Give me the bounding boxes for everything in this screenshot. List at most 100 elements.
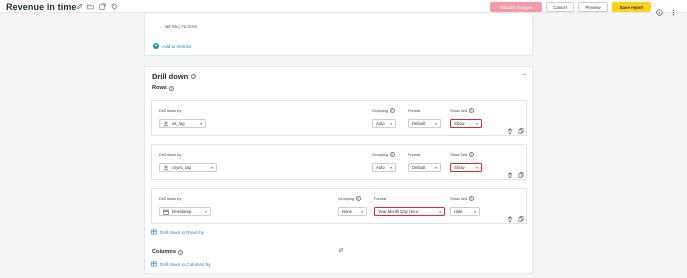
table-icon — [151, 229, 157, 236]
save-report-button[interactable]: Save report — [612, 2, 651, 12]
field-value: os_tag — [172, 121, 185, 126]
field-value: timestamp — [172, 209, 192, 214]
format-value: Year Month Day Hour — [378, 209, 419, 214]
drill-down-rows-link[interactable]: Drill down in Rows by — [151, 229, 204, 236]
add-to-metrics-link[interactable]: + Add to metrics — [153, 43, 191, 49]
grouping-label: Grouping ? — [372, 152, 395, 157]
grouping-label-text: Grouping — [372, 152, 389, 157]
show-na-label: Show N/A ? — [450, 108, 474, 113]
show-na-label-text: Show N/A — [450, 196, 468, 201]
add-to-metrics-label: Add to metrics — [162, 43, 192, 49]
format-label: Format — [408, 152, 421, 157]
grouping-select[interactable]: None ▾ — [338, 207, 367, 216]
info-icon[interactable]: ? — [468, 152, 474, 157]
metric-filters-toggle[interactable]: ⌄ METRIC FILTERS — [159, 24, 198, 29]
metrics-card: ⌄ METRIC FILTERS + Add to metrics — [144, 14, 533, 56]
grouping-label: Grouping ? — [372, 108, 395, 113]
show-na-value: Hide — [454, 209, 463, 214]
field-select[interactable]: csync_tag ▾ — [159, 163, 217, 172]
chevron-down-icon: ▾ — [474, 209, 476, 214]
format-select[interactable]: Default ▾ — [408, 119, 441, 128]
chevron-down-icon: ⌄ — [159, 24, 162, 29]
grouping-value: Auto — [376, 121, 385, 126]
info-icon[interactable]: ? — [355, 196, 361, 201]
info-icon[interactable] — [656, 3, 663, 16]
plus-circle-icon: + — [153, 43, 159, 49]
chevron-down-icon: ▾ — [476, 121, 478, 126]
format-label: Format — [408, 108, 421, 113]
info-icon[interactable]: ? — [389, 152, 395, 157]
grouping-label: Grouping ? — [338, 196, 361, 201]
copy-icon[interactable] — [518, 209, 524, 222]
chevron-down-icon: ▾ — [211, 165, 213, 170]
field-value: csync_tag — [172, 165, 191, 170]
grouping-select[interactable]: Auto ▾ — [372, 119, 396, 128]
drill-down-heading: Drill down ? — [152, 72, 197, 81]
cancel-button[interactable]: Cancel — [546, 2, 574, 12]
drill-down-columns-link[interactable]: Drill down in Columns by — [151, 261, 211, 268]
drill-down-by-label: Drill down by — [159, 152, 182, 157]
drill-down-columns-label: Drill down in Columns by — [160, 262, 211, 267]
field-select[interactable]: os_tag ▾ — [159, 119, 206, 128]
folder-icon[interactable] — [87, 3, 94, 10]
trash-icon[interactable] — [507, 121, 513, 134]
copy-icon[interactable] — [518, 165, 524, 178]
grouping-label-text: Grouping — [372, 108, 389, 113]
trash-icon[interactable] — [507, 165, 513, 178]
drill-down-rows-label: Drill down in Rows by — [160, 230, 204, 235]
show-na-select[interactable]: Show ▾ — [450, 119, 482, 128]
chevron-down-icon: ▾ — [439, 209, 441, 214]
show-na-label-text: Show N/A — [450, 108, 468, 113]
discard-changes-button[interactable]: Discard changes — [490, 2, 542, 12]
rows-title: Rows — [152, 85, 167, 91]
user-icon — [163, 121, 169, 127]
metric-filters-label: METRIC FILTERS — [164, 24, 198, 29]
info-icon[interactable]: ? — [389, 108, 395, 113]
pencil-icon[interactable] — [76, 3, 83, 10]
chevron-down-icon: ▾ — [435, 121, 437, 126]
format-select[interactable]: Year Month Day Hour ▾ — [374, 207, 445, 216]
show-na-label-text: Show N/A — [450, 152, 468, 157]
drill-row: Drill down by csync_tag ▾ Grouping ? Aut… — [151, 144, 527, 180]
drill-down-title: Drill down — [152, 72, 189, 81]
user-icon — [163, 165, 169, 171]
copy-icon[interactable] — [518, 121, 524, 134]
tag-icon[interactable] — [111, 3, 118, 10]
top-bar: Revenue in time Discard changes Cancel P… — [0, 0, 687, 16]
swap-icon[interactable] — [338, 240, 344, 253]
more-options-icon[interactable] — [670, 3, 677, 16]
table-icon — [151, 261, 157, 268]
info-icon[interactable]: ? — [177, 249, 183, 255]
trash-icon[interactable] — [507, 209, 513, 222]
grouping-select[interactable]: Auto ▾ — [372, 163, 396, 172]
calendar-icon — [163, 209, 169, 215]
columns-heading: Columns ? — [152, 249, 183, 255]
format-value: Default — [412, 165, 426, 170]
chevron-down-icon: ▾ — [476, 165, 478, 170]
grouping-value: None — [342, 209, 353, 214]
grouping-value: Auto — [376, 165, 385, 170]
format-label: Format — [374, 196, 387, 201]
drill-row: Drill down by timestamp ▾ Grouping ? Non… — [151, 188, 527, 224]
field-select[interactable]: timestamp ▾ — [159, 207, 211, 216]
show-na-select[interactable]: Show ▾ — [450, 163, 482, 172]
collapse-icon[interactable]: ⌃ — [522, 73, 527, 80]
chevron-down-icon: ▾ — [390, 165, 392, 170]
drill-down-by-label: Drill down by — [159, 108, 182, 113]
chevron-down-icon: ▾ — [435, 165, 437, 170]
grouping-label-text: Grouping — [338, 196, 355, 201]
format-select[interactable]: Default ▾ — [408, 163, 441, 172]
report-title: Revenue in time — [6, 2, 77, 12]
info-icon[interactable]: ? — [468, 196, 474, 201]
rows-heading: Rows ? — [152, 85, 174, 91]
info-icon[interactable]: ? — [191, 74, 197, 79]
info-icon[interactable]: ? — [168, 85, 174, 91]
drill-row: Drill down by os_tag ▾ Grouping ? Auto ▾… — [151, 100, 527, 136]
chevron-down-icon: ▾ — [200, 121, 202, 126]
share-icon[interactable] — [99, 3, 106, 10]
drill-down-by-label: Drill down by — [159, 196, 182, 201]
info-icon[interactable]: ? — [468, 108, 474, 113]
show-na-select[interactable]: Hide ▾ — [450, 207, 480, 216]
columns-title: Columns — [152, 249, 176, 255]
preview-button[interactable]: Preview — [578, 2, 608, 12]
